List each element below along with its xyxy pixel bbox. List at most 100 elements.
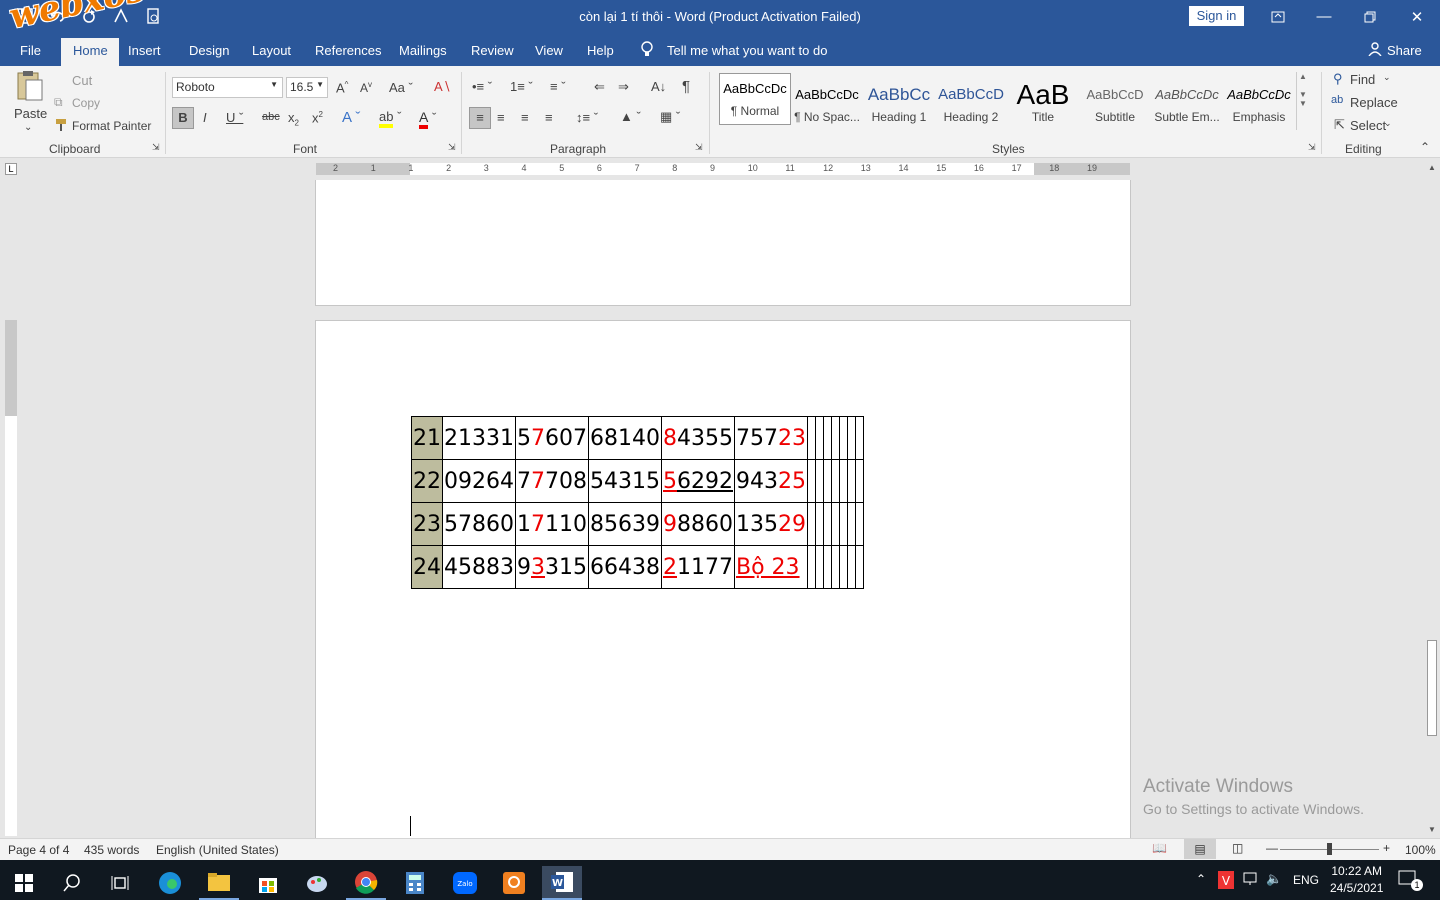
sort-icon[interactable]: A↓ — [651, 79, 666, 94]
empty-cell[interactable] — [815, 459, 824, 503]
borders-icon[interactable]: ▦ ˇ — [660, 109, 680, 125]
copy-icon[interactable]: ⧉ — [54, 95, 63, 110]
empty-cell[interactable] — [855, 416, 864, 460]
font-size-dropdown[interactable]: 16.5 ▼ — [286, 77, 328, 98]
number-cell[interactable]: 13529 — [734, 502, 808, 546]
minimize-icon[interactable]: — — [1301, 0, 1347, 33]
store-icon[interactable] — [248, 866, 288, 900]
style-subtitle[interactable]: AaBbCcD Subtitle — [1079, 80, 1151, 132]
tab-file[interactable]: File — [20, 43, 41, 58]
empty-cell[interactable] — [839, 416, 848, 460]
empty-cell[interactable] — [823, 416, 832, 460]
empty-cell[interactable] — [815, 416, 824, 460]
number-cell[interactable]: 45883 — [442, 545, 516, 589]
line-spacing-icon[interactable]: ↕≡ ˇ — [576, 110, 598, 125]
number-cell[interactable]: 93315 — [515, 545, 589, 589]
print-layout-icon[interactable]: ▤ — [1184, 839, 1216, 859]
select-button[interactable]: Select — [1350, 118, 1386, 133]
tab-mailings[interactable]: Mailings — [399, 43, 447, 58]
page-count[interactable]: Page 4 of 4 — [8, 843, 69, 857]
number-cell[interactable]: 66438 — [588, 545, 662, 589]
number-cell[interactable]: 85639 — [588, 502, 662, 546]
style-subtle-emphasis[interactable]: AaBbCcDc Subtle Em... — [1151, 80, 1223, 132]
empty-cell[interactable] — [815, 545, 824, 589]
empty-cell[interactable] — [823, 502, 832, 546]
vertical-scrollbar[interactable]: ▲ ▼ — [1424, 160, 1440, 838]
table-row[interactable]: 22 09264 77708 54315 56292 94325 — [411, 459, 864, 503]
number-cell[interactable]: 21177 — [661, 545, 735, 589]
number-cell[interactable]: 17110 — [515, 502, 589, 546]
number-cell[interactable]: 56292 — [661, 459, 735, 503]
day-cell[interactable]: 21 — [411, 416, 443, 460]
number-cell[interactable]: Bộ 23 — [734, 545, 808, 589]
close-icon[interactable]: ✕ — [1394, 0, 1440, 33]
number-cell[interactable]: 57860 — [442, 502, 516, 546]
empty-cell[interactable] — [855, 545, 864, 589]
zoom-out-icon[interactable]: — — [1266, 841, 1278, 855]
empty-cell[interactable] — [807, 416, 816, 460]
zalo-icon[interactable]: Zalo — [445, 866, 485, 900]
task-view-icon[interactable] — [100, 866, 140, 900]
empty-cell[interactable] — [831, 545, 840, 589]
format-painter-button[interactable]: Format Painter — [72, 119, 151, 133]
chevron-down-icon[interactable]: ⌄ — [1383, 72, 1391, 83]
bold-button[interactable]: B — [172, 107, 194, 129]
number-cell[interactable]: 84355 — [661, 416, 735, 460]
strikethrough-button[interactable]: abc — [262, 111, 280, 123]
format-painter-icon[interactable] — [54, 118, 68, 135]
empty-cell[interactable] — [839, 459, 848, 503]
number-cell[interactable]: 94325 — [734, 459, 808, 503]
text-effects-icon[interactable]: A ˇ — [342, 109, 360, 126]
align-left-button[interactable]: ≡ — [469, 107, 491, 129]
pdf-app-icon[interactable] — [494, 866, 534, 900]
lottery-table[interactable]: 21 21331 57607 68140 84355 75723 22 09264 77708 5… — [411, 416, 864, 589]
shrink-font-icon[interactable]: Av — [360, 80, 372, 95]
empty-cell[interactable] — [847, 502, 856, 546]
styles-scroll[interactable]: ▲ ▼ ▼ — [1296, 72, 1309, 130]
chrome-icon[interactable] — [346, 866, 386, 900]
tell-me-search[interactable]: Tell me what you want to do — [667, 43, 827, 58]
paragraph-launcher-icon[interactable]: ⇲ — [695, 142, 703, 153]
empty-cell[interactable] — [839, 545, 848, 589]
number-cell[interactable]: 21331 — [442, 416, 516, 460]
clock[interactable]: 10:22 AM 24/5/2021 — [1330, 864, 1383, 895]
styles-launcher-icon[interactable]: ⇲ — [1308, 142, 1316, 153]
shading-icon[interactable]: ▲ ˇ — [620, 109, 641, 124]
empty-cell[interactable] — [831, 416, 840, 460]
scroll-thumb[interactable] — [1427, 640, 1437, 736]
empty-cell[interactable] — [855, 459, 864, 503]
style-normal[interactable]: AaBbCcDc ¶ Normal — [719, 73, 791, 125]
empty-cell[interactable] — [831, 459, 840, 503]
font-launcher-icon[interactable]: ⇲ — [448, 142, 456, 153]
grow-font-icon[interactable]: A^ — [336, 80, 348, 95]
underline-button[interactable]: U ˇ — [226, 110, 243, 125]
tab-references[interactable]: References — [315, 43, 381, 58]
font-name-dropdown[interactable]: Roboto ▼ — [172, 77, 283, 98]
table-row[interactable]: 21 21331 57607 68140 84355 75723 — [411, 416, 864, 460]
vertical-ruler[interactable] — [5, 320, 17, 836]
number-cell[interactable]: 68140 — [588, 416, 662, 460]
number-cell[interactable]: 98860 — [661, 502, 735, 546]
show-hidden-icons[interactable]: ⌃ — [1196, 872, 1206, 886]
italic-button[interactable]: I — [203, 110, 207, 125]
number-cell[interactable]: 54315 — [588, 459, 662, 503]
tab-home[interactable]: Home — [61, 38, 119, 66]
tab-insert[interactable]: Insert — [128, 43, 161, 58]
empty-cell[interactable] — [807, 545, 816, 589]
bullets-icon[interactable]: •≡ ˇ — [472, 79, 492, 94]
style-emphasis[interactable]: AaBbCcDc Emphasis — [1223, 80, 1295, 132]
horizontal-ruler[interactable]: 2 1 1 2 3 4 5 6 7 8 9 10 11 12 13 14 15 16 17 18 19 — [316, 163, 1130, 175]
word-count[interactable]: 435 words — [84, 843, 139, 857]
tab-selector-icon[interactable]: L — [5, 163, 17, 175]
tab-review[interactable]: Review — [471, 43, 514, 58]
sign-in-button[interactable]: Sign in — [1189, 6, 1244, 26]
zoom-level[interactable]: 100% — [1405, 843, 1436, 857]
word-icon[interactable]: W — [542, 866, 582, 900]
number-cell[interactable]: 77708 — [515, 459, 589, 503]
calculator-icon[interactable] — [395, 866, 435, 900]
empty-cell[interactable] — [823, 545, 832, 589]
show-paragraph-marks-icon[interactable]: ¶ — [682, 78, 690, 95]
windows-start-icon[interactable] — [4, 866, 44, 900]
style-title[interactable]: AaB Title — [1007, 80, 1079, 132]
tab-design[interactable]: Design — [189, 43, 229, 58]
